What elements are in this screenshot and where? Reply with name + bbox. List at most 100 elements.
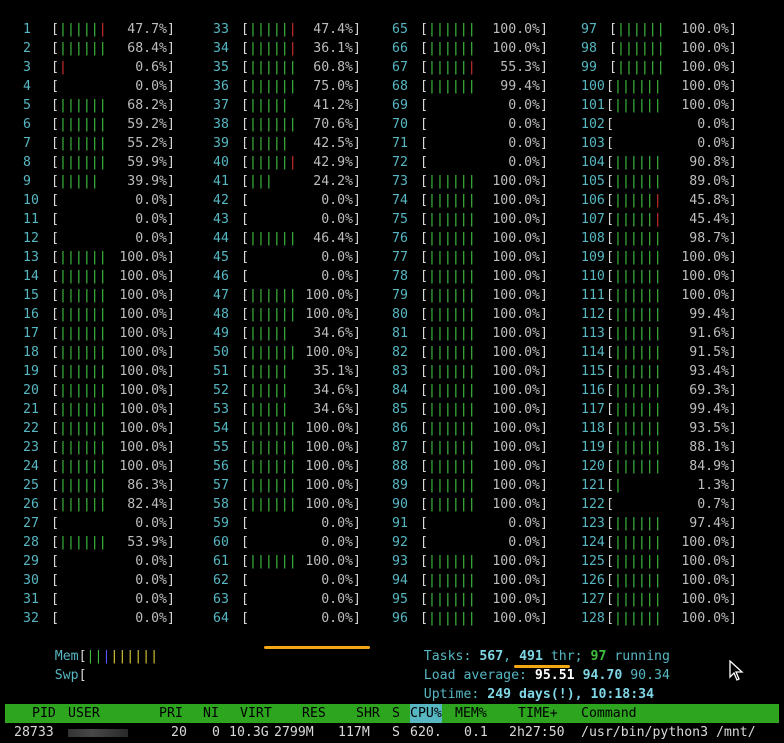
col-ni[interactable]: NI	[203, 704, 219, 723]
cpu-bar: ||||||	[59, 364, 107, 379]
meter-left-bracket: [	[51, 573, 59, 588]
meter-left-bracket: [	[51, 22, 59, 37]
meter-right-bracket: ]	[729, 155, 737, 170]
cpu-percent: 100.0%	[119, 345, 167, 360]
meter-left-bracket: [	[420, 155, 428, 170]
cpu-bar: ||||||	[428, 383, 476, 398]
cpu-percent: 0.0%	[508, 117, 540, 132]
process-table-header[interactable]: PID USER PRI NI VIRT RES SHR S CPU% MEM%…	[5, 704, 779, 723]
cpu-number: 18	[23, 345, 39, 360]
cpu-percent: 100.0%	[492, 611, 540, 626]
cpu-meter-1: 1 [|||||| 47.7%]	[23, 20, 175, 39]
col-cpu-sorted[interactable]: CPU%	[410, 704, 442, 723]
cpu-number: 10	[23, 193, 39, 208]
cpu-percent: 88.1%	[689, 440, 729, 455]
cpu-meter-86: 86 [|||||| 100.0%]	[392, 419, 548, 438]
cpu-percent: 100.0%	[305, 554, 353, 569]
cpu-percent: 68.4%	[127, 41, 167, 56]
cpu-meter-12: 12 [0.0%]	[23, 229, 175, 248]
meter-right-bracket: ]	[729, 535, 737, 550]
cpu-number: 49	[213, 326, 229, 341]
meter-left-bracket: [	[241, 421, 249, 436]
meter-right-bracket: ]	[729, 516, 737, 531]
cpu-meter-35: 35 [|||||| 60.8%]	[213, 58, 361, 77]
cpu-percent: 99.4%	[689, 307, 729, 322]
cpu-percent: 0.0%	[321, 535, 353, 550]
cpu-number: 70	[392, 117, 408, 132]
meter-left-bracket: [	[241, 326, 249, 341]
cpu-bar: ||||||	[614, 554, 662, 569]
meter-left-bracket: [	[51, 364, 59, 379]
col-virt[interactable]: VIRT	[240, 704, 272, 723]
cpu-bar: ||||||	[428, 22, 476, 37]
meter-right-bracket: ]	[353, 345, 361, 360]
cpu-number: 67	[392, 60, 408, 75]
cpu-number: 13	[23, 250, 39, 265]
cpu-number: 128	[581, 611, 605, 626]
cpu-number: 50	[213, 345, 229, 360]
meter-left-bracket: [	[420, 364, 428, 379]
meter-right-bracket: ]	[167, 345, 175, 360]
col-mem[interactable]: MEM%	[455, 704, 487, 723]
col-shr[interactable]: SHR	[356, 704, 380, 723]
cpu-number: 68	[392, 79, 408, 94]
meter-left-bracket: [	[606, 136, 614, 151]
cpu-number: 82	[392, 345, 408, 360]
col-pri[interactable]: PRI	[159, 704, 183, 723]
cpu-percent: 100.0%	[305, 440, 353, 455]
cpu-percent: 68.2%	[127, 98, 167, 113]
cpu-meter-50: 50 [|||||| 100.0%]	[213, 343, 361, 362]
cpu-percent: 100.0%	[119, 364, 167, 379]
cpu-number: 12	[23, 231, 39, 246]
meter-right-bracket: ]	[729, 421, 737, 436]
cpu-bar: ||||||	[614, 307, 662, 322]
cpu-percent: 100.0%	[492, 459, 540, 474]
cpu-meter-78: 78 [|||||| 100.0%]	[392, 267, 548, 286]
meter-left-bracket: [	[606, 440, 614, 455]
cpu-bar: ||||||	[59, 307, 107, 322]
cpu-meter-104: 104[|||||| 90.8%]	[581, 153, 737, 172]
cpu-number: 55	[213, 440, 229, 455]
cpu-percent: 100.0%	[119, 269, 167, 284]
cpu-percent: 93.5%	[689, 421, 729, 436]
meter-right-bracket: ]	[540, 212, 548, 227]
col-s[interactable]: S	[392, 704, 400, 723]
meter-right-bracket: ]	[353, 497, 361, 512]
cpu-meter-4: 4 [0.0%]	[23, 77, 175, 96]
cpu-percent: 0.0%	[135, 193, 167, 208]
cpu-meter-121: 121[| 1.3%]	[581, 476, 737, 495]
cpu-percent: 34.6%	[313, 326, 353, 341]
meter-right-bracket: ]	[353, 117, 361, 132]
cpu-number: 39	[213, 136, 229, 151]
cpu-number: 22	[23, 421, 39, 436]
process-row[interactable]: 28733 20 0 10.3G 2799M 117M S 620. 0.1 2…	[5, 723, 779, 743]
cpu-number: 43	[213, 212, 229, 227]
cpu-meter-108: 108[|||||| 98.7%]	[581, 229, 737, 248]
cpu-meter-17: 17 [|||||| 100.0%]	[23, 324, 175, 343]
cpu-number: 5	[23, 98, 31, 113]
cpu-number: 109	[581, 250, 605, 265]
cpu-number: 107	[581, 212, 605, 227]
cpu-bar: ||||||	[428, 307, 476, 322]
cpu-meter-14: 14 [|||||| 100.0%]	[23, 267, 175, 286]
cpu-meter-96: 96 [|||||| 100.0%]	[392, 609, 548, 628]
cpu-percent: 0.0%	[321, 611, 353, 626]
cpu-percent: 46.4%	[313, 231, 353, 246]
meter-left-bracket: [	[420, 440, 428, 455]
col-res[interactable]: RES	[302, 704, 326, 723]
cpu-bar: ||||||	[428, 345, 476, 360]
col-command[interactable]: Command	[581, 704, 637, 723]
cpu-bar: ||||||	[249, 60, 297, 75]
cpu-number: 87	[392, 440, 408, 455]
col-pid[interactable]: PID	[32, 704, 56, 723]
cpu-percent: 100.0%	[681, 60, 729, 75]
cpu-meter-83: 83 [|||||| 100.0%]	[392, 362, 548, 381]
meter-right-bracket: ]	[540, 478, 548, 493]
cpu-number: 124	[581, 535, 605, 550]
cpu-meter-79: 79 [|||||| 100.0%]	[392, 286, 548, 305]
cpu-number: 72	[392, 155, 408, 170]
col-time[interactable]: TIME+	[518, 704, 558, 723]
cpu-percent: 100.0%	[305, 288, 353, 303]
meter-left-bracket: [	[420, 288, 428, 303]
col-user[interactable]: USER	[68, 704, 100, 723]
